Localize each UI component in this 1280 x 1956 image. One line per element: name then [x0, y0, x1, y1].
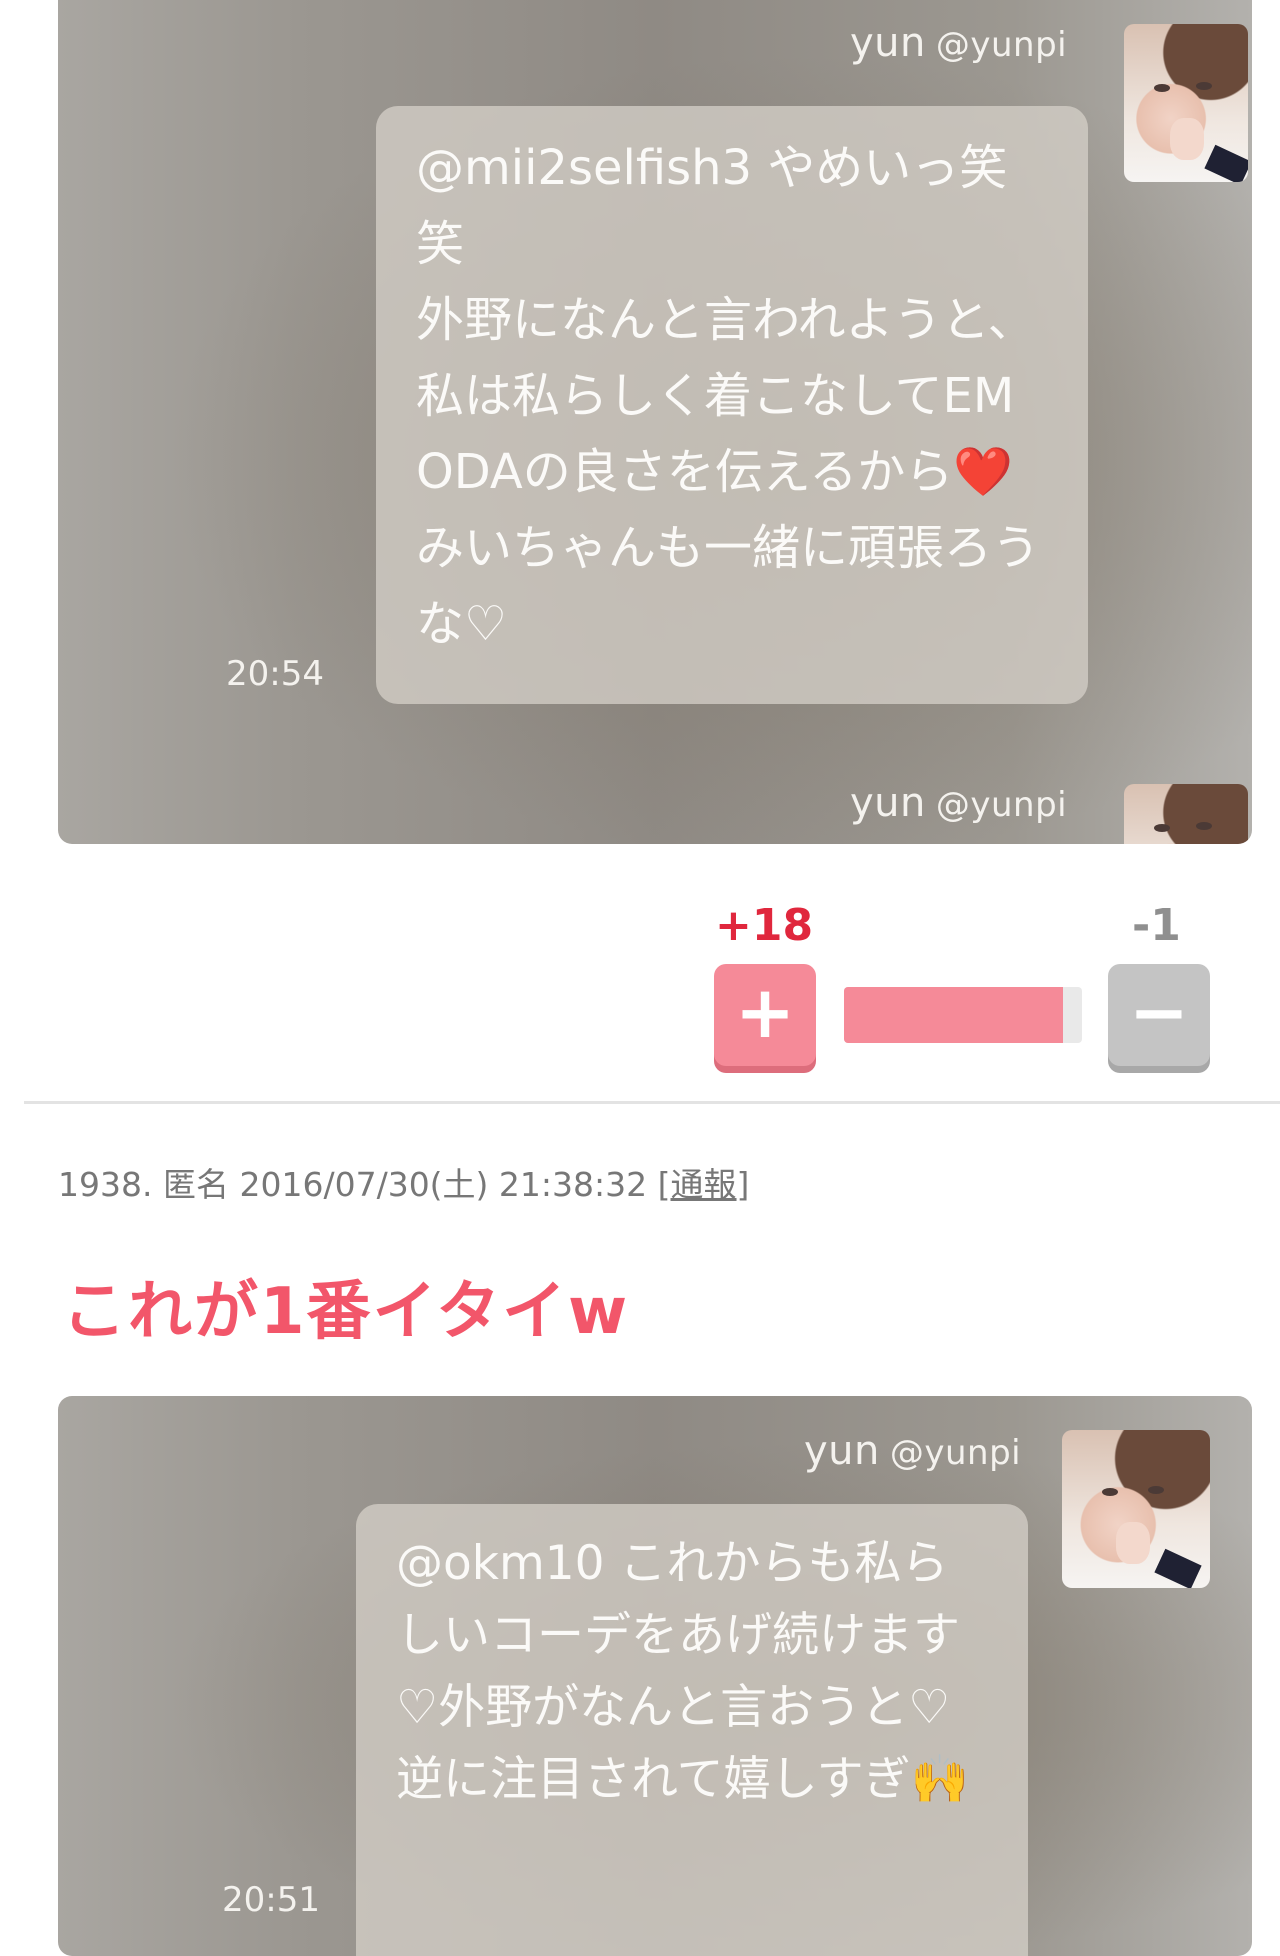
message-bubble: @mii2selfish3 やめいっ笑笑 外野になんと言われようと、私は私らしく…: [376, 106, 1088, 704]
vote-ratio-bar: [844, 987, 1082, 1043]
comment-number: 1938.: [58, 1165, 153, 1204]
comment-body: これが1番イタイw: [62, 1275, 630, 1349]
comment-divider: [24, 1101, 1280, 1104]
tweet-user: yun @yunpi: [850, 20, 1067, 66]
message-time: 20:54: [226, 654, 324, 694]
comment-datetime: 2016/07/30(土) 21:38:32: [239, 1165, 648, 1204]
user-handle: @yunpi: [935, 785, 1068, 825]
vote-ratio-fill: [844, 987, 1063, 1043]
user-name: yun: [804, 1428, 880, 1474]
embedded-screenshot-1: yun @yunpi @mii2selfish3 やめいっ笑笑 外野になんと言われ…: [58, 0, 1252, 844]
report-bracket-close: ]: [736, 1165, 750, 1204]
minus-vote-count: -1: [1132, 900, 1181, 951]
user-name: yun: [850, 20, 926, 66]
report-link[interactable]: 通報: [671, 1165, 737, 1204]
tweet-user: yun @yunpi: [804, 1428, 1021, 1474]
message-time: 20:51: [222, 1880, 320, 1920]
tweet-user-next: yun @yunpi: [850, 780, 1067, 826]
plus-vote-button[interactable]: +: [714, 964, 816, 1066]
comment-author: 匿名: [162, 1165, 229, 1204]
embedded-screenshot-2: yun @yunpi @okm10 これからも私らしいコーデをあげ続けます♡外野が…: [58, 1396, 1252, 1956]
user-handle: @yunpi: [935, 25, 1068, 65]
user-handle: @yunpi: [889, 1433, 1022, 1473]
user-avatar: [1124, 24, 1248, 182]
message-bubble: @okm10 これからも私らしいコーデをあげ続けます♡外野がなんと言おうと♡逆に…: [356, 1504, 1028, 1956]
report-bracket-open: [: [657, 1165, 671, 1204]
user-avatar-next: [1124, 784, 1248, 844]
comment-meta: 1938. 匿名 2016/07/30(土) 21:38:32 [通報]: [58, 1158, 749, 1206]
user-name: yun: [850, 780, 926, 826]
plus-vote-count: +18: [715, 900, 814, 951]
minus-vote-button[interactable]: −: [1108, 964, 1210, 1066]
user-avatar: [1062, 1430, 1210, 1588]
